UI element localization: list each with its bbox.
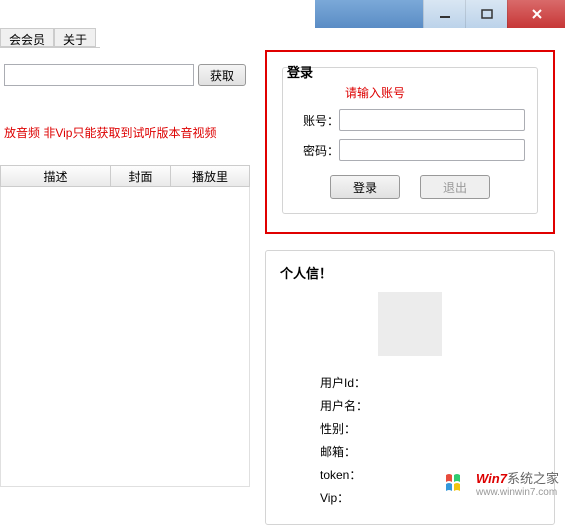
menu-member[interactable]: 会会员 (0, 28, 54, 47)
info-gender: 性别： (280, 420, 540, 437)
watermark-brand-red: Win7 (476, 471, 507, 486)
close-button[interactable] (507, 0, 565, 28)
info-userid: 用户Id： (280, 374, 540, 391)
avatar (378, 292, 442, 356)
info-title: 个人信！ (280, 263, 540, 282)
watermark-url: www.winwin7.com (476, 487, 559, 498)
login-title: 登录 (287, 62, 313, 81)
menubar: 会会员 关于 (0, 28, 100, 48)
logout-button[interactable]: 退出 (420, 175, 490, 199)
url-input[interactable] (4, 64, 194, 86)
get-button[interactable]: 获取 (198, 64, 246, 86)
right-panel: 登录 请输入账号 账号： 密码： 登录 退出 个人信！ 用户Id： 用户名： 性… (265, 50, 555, 525)
watermark: Win7系统之家 www.winwin7.com (444, 468, 559, 498)
info-email: 邮箱： (280, 443, 540, 460)
password-input[interactable] (339, 139, 525, 161)
table-header: 描述 封面 播放里 (0, 165, 250, 187)
login-button[interactable]: 登录 (330, 175, 400, 199)
windows-flag-icon (444, 471, 472, 495)
minimize-button[interactable] (423, 0, 465, 28)
left-panel: 获取 放音频 非Vip只能获取到试听版本音视频 描述 封面 播放里 (0, 60, 250, 487)
maximize-button[interactable] (465, 0, 507, 28)
account-label: 账号： (295, 112, 339, 129)
login-error-text: 请输入账号 (345, 84, 525, 101)
password-label: 密码： (295, 142, 339, 159)
col-cover[interactable]: 封面 (111, 166, 171, 187)
window-controls (315, 0, 565, 28)
watermark-brand-rest: 系统之家 (507, 471, 559, 486)
login-group: 登录 请输入账号 账号： 密码： 登录 退出 (265, 50, 555, 234)
account-input[interactable] (339, 109, 525, 131)
table-body (0, 187, 250, 487)
vip-warning-text: 放音频 非Vip只能获取到试听版本音视频 (0, 120, 250, 145)
menu-about[interactable]: 关于 (54, 28, 96, 47)
col-desc[interactable]: 描述 (1, 166, 111, 187)
info-username: 用户名： (280, 397, 540, 414)
col-plays[interactable]: 播放里 (171, 166, 249, 187)
